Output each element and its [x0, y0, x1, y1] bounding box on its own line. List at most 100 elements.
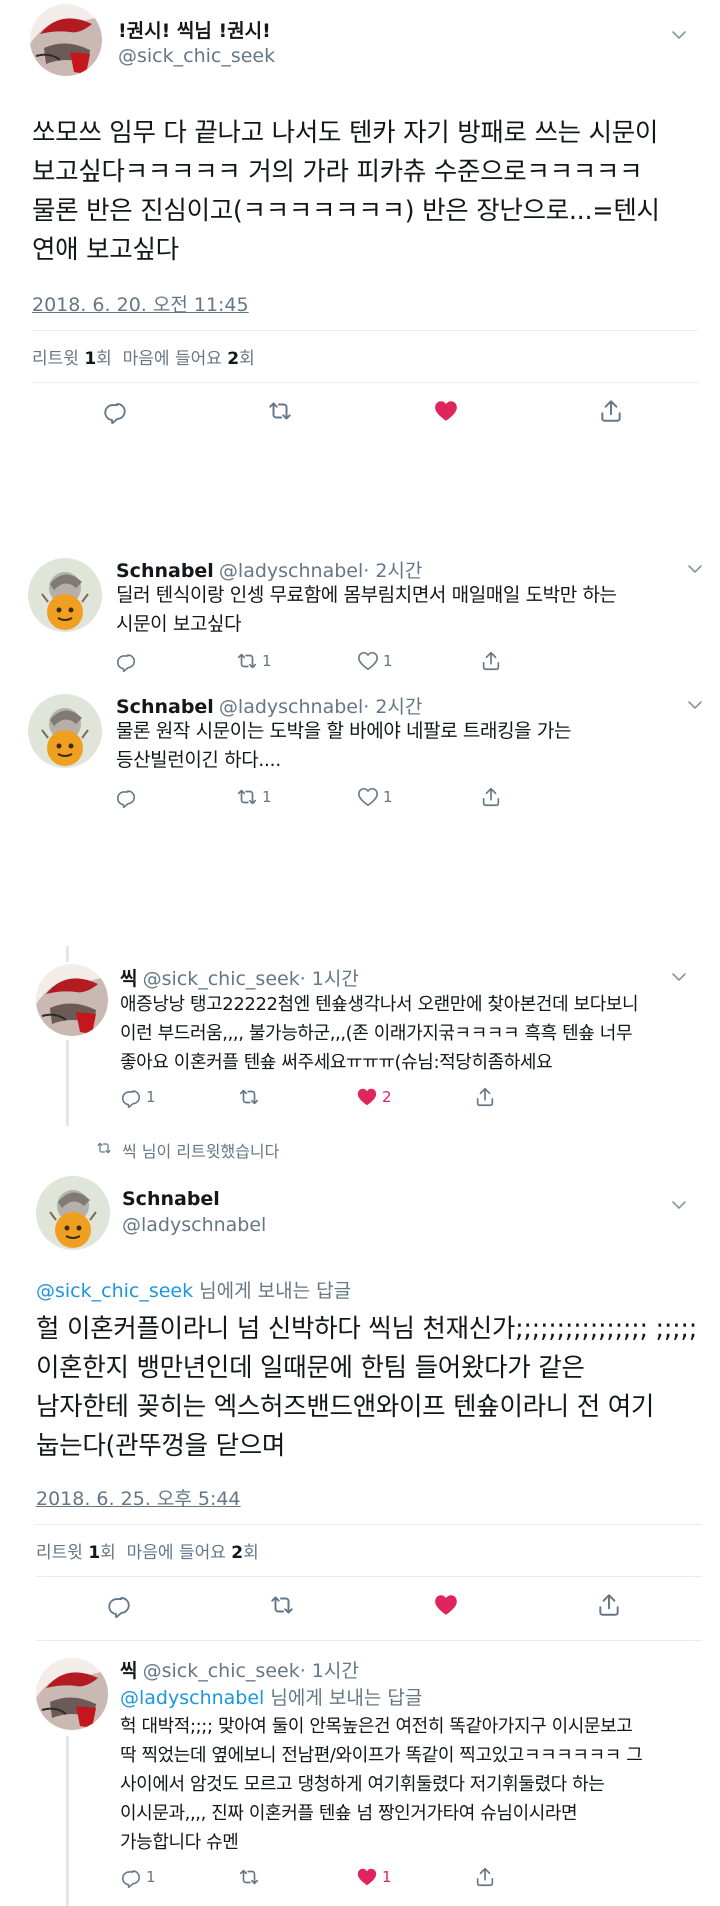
- reply-line: 이시문과,,,, 진짜 이혼커플 텐숖 넘 짱인거가타여 슈님이시라면: [120, 1803, 578, 1824]
- user-handle[interactable]: @ladyschnabel: [219, 560, 363, 582]
- retweets-label[interactable]: 리트윗: [36, 1543, 83, 1563]
- share-icon[interactable]: [598, 398, 624, 424]
- share-icon[interactable]: [596, 1592, 622, 1618]
- reply-line: 애증낭낭 탱고22222첨엔 텐숖생각나서 오랜만에 찾아본건데 보다보니: [120, 994, 639, 1015]
- share-icon[interactable]: [474, 1866, 496, 1888]
- reply-count: 1: [146, 1868, 156, 1886]
- likes-label[interactable]: 마음에 들어요: [127, 1543, 226, 1563]
- display-name[interactable]: Schnabel: [122, 1188, 220, 1210]
- user-handle[interactable]: @ladyschnabel: [219, 696, 363, 718]
- retweets-unit: 회: [100, 1543, 116, 1563]
- reply-line: 이런 부드러움,,,, 불가능하군,,,(존 이래가지굮ㅋㅋㅋㅋ 흑흑 텐숖 너…: [120, 1023, 633, 1044]
- thread-line: [66, 1736, 69, 1906]
- divider: [36, 1640, 702, 1641]
- like-count: 1: [383, 652, 393, 670]
- tweet-line: 쏘모쓰 임무 다 끝나고 나서도 텐카 자기 방패로 쓰는 시문이: [32, 118, 659, 148]
- tweet-line: 눕는다(관뚜껑을 닫으며: [36, 1431, 286, 1461]
- retweet-count: 1: [262, 652, 272, 670]
- share-icon[interactable]: [480, 786, 502, 808]
- likes-count[interactable]: 2: [231, 1543, 243, 1563]
- reply-line: 등산빌런이긴 하다....: [116, 749, 281, 771]
- likes-count[interactable]: 2: [227, 349, 239, 369]
- retweet-icon[interactable]: [267, 398, 293, 424]
- retweet-icon[interactable]: [238, 1086, 260, 1108]
- heart-filled-icon[interactable]: [356, 1086, 378, 1108]
- avatar[interactable]: [36, 1658, 108, 1730]
- tweet-line: 헐 이혼커플이라니 넘 신박하다 씩님 천재신가;;;;;;;;;;;;;;;;…: [36, 1314, 697, 1344]
- reply-text: 물론 원작 시문이는 도박을 할 바에야 네팔로 트래킹을 가는 등산빌런이긴 …: [116, 717, 706, 775]
- heart-icon[interactable]: [357, 650, 379, 672]
- display-name[interactable]: Schnabel: [116, 560, 214, 582]
- display-name[interactable]: 씩: [120, 1660, 137, 1682]
- reply-line: 좋아요 이혼커플 텐숖 써주세요ㅠㅠㅠ(슈님:적당히좀하세요: [120, 1052, 553, 1073]
- relative-time[interactable]: · 1시간: [300, 1660, 359, 1682]
- reply-icon[interactable]: [115, 650, 137, 672]
- chevron-down-icon[interactable]: [688, 564, 702, 574]
- reply-icon[interactable]: [120, 1866, 142, 1888]
- avatar[interactable]: [28, 558, 102, 632]
- relative-time[interactable]: · 2시간: [363, 696, 422, 718]
- user-handle[interactable]: @sick_chic_seek: [118, 45, 275, 67]
- tweet-timestamp[interactable]: 2018. 6. 25. 오후 5:44: [36, 1484, 241, 1511]
- avatar[interactable]: [36, 1176, 110, 1250]
- relative-time[interactable]: · 1시간: [300, 968, 359, 990]
- divider: [32, 382, 698, 383]
- retweet-icon[interactable]: [236, 786, 258, 808]
- retweeted-note[interactable]: 씩 님이 리트윗했습니다: [122, 1138, 279, 1162]
- reply-icon[interactable]: [120, 1086, 142, 1108]
- likes-unit: 회: [243, 1543, 259, 1563]
- heart-filled-icon[interactable]: [433, 1592, 459, 1618]
- chevron-down-icon[interactable]: [672, 30, 686, 40]
- chevron-down-icon[interactable]: [672, 972, 686, 982]
- avatar[interactable]: [36, 964, 108, 1036]
- like-count: 1: [383, 788, 393, 806]
- reply-to-handle[interactable]: @sick_chic_seek: [36, 1280, 193, 1302]
- reply-line: 가능합니다 슈멘: [120, 1832, 239, 1853]
- share-icon[interactable]: [480, 650, 502, 672]
- avatar[interactable]: [28, 694, 102, 768]
- reply-line: 딱 찍었는데 옆에보니 전남편/와이프가 똑같이 찍고있고ㅋㅋㅋㅋㅋㅋ 그: [120, 1745, 643, 1766]
- retweets-label[interactable]: 리트윗: [32, 349, 79, 369]
- tweet-timestamp[interactable]: 2018. 6. 20. 오전 11:45: [32, 290, 249, 317]
- avatar[interactable]: [30, 4, 102, 76]
- reply-header: Schnabel @ladyschnabel· 2시간: [116, 692, 422, 719]
- thread-line: [66, 1040, 69, 1126]
- reply-to: @sick_chic_seek 님에게 보내는 답글: [36, 1276, 351, 1303]
- heart-filled-icon[interactable]: [356, 1866, 378, 1888]
- reply-line: 물론 원작 시문이는 도박을 할 바에야 네팔로 트래킹을 가는: [116, 720, 572, 742]
- reply-header: 씩 @sick_chic_seek· 1시간: [120, 1656, 359, 1683]
- tweet-text: 쏘모쓰 임무 다 끝나고 나서도 텐카 자기 방패로 쓰는 시문이 보고싶다ㅋㅋ…: [32, 114, 700, 270]
- display-name[interactable]: Schnabel: [116, 696, 214, 718]
- reply-icon[interactable]: [106, 1592, 132, 1618]
- like-count: 1: [382, 1868, 392, 1886]
- relative-time[interactable]: · 2시간: [363, 560, 422, 582]
- tweet-line: 연애 보고싶다: [32, 235, 179, 265]
- reply-icon[interactable]: [102, 398, 128, 424]
- reply-header: Schnabel @ladyschnabel· 2시간: [116, 556, 422, 583]
- display-name[interactable]: !권시! 씩님 !권시!: [118, 16, 271, 43]
- reply-to-handle[interactable]: @ladyschnabel: [120, 1687, 264, 1709]
- chevron-down-icon[interactable]: [688, 700, 702, 710]
- retweet-icon[interactable]: [269, 1592, 295, 1618]
- chevron-down-icon[interactable]: [672, 1200, 686, 1210]
- heart-filled-icon[interactable]: [433, 398, 459, 424]
- tweet-text: 헐 이혼커플이라니 넘 신박하다 씩님 천재신가;;;;;;;;;;;;;;;;…: [36, 1310, 700, 1466]
- likes-label[interactable]: 마음에 들어요: [123, 349, 222, 369]
- likes-unit: 회: [239, 349, 255, 369]
- retweets-count[interactable]: 1: [88, 1543, 100, 1563]
- user-handle[interactable]: @sick_chic_seek: [143, 1660, 300, 1682]
- user-handle[interactable]: @ladyschnabel: [122, 1214, 266, 1236]
- reply-text: 딜러 텐식이랑 인셍 무료함에 몸부림치면서 매일매일 도박만 하는 시문이 보…: [116, 581, 706, 639]
- reply-icon[interactable]: [115, 786, 137, 808]
- share-icon[interactable]: [474, 1086, 496, 1108]
- display-name[interactable]: 씩: [120, 968, 137, 990]
- reply-text: 헉 대박적;;;; 맞아여 둘이 안목높은건 여전히 똑같아가지구 이시문보고 …: [120, 1712, 710, 1857]
- reply-header: 씩 @sick_chic_seek· 1시간: [120, 964, 359, 991]
- divider: [36, 1576, 702, 1577]
- retweets-count[interactable]: 1: [84, 349, 96, 369]
- heart-icon[interactable]: [357, 786, 379, 808]
- retweet-icon[interactable]: [238, 1866, 260, 1888]
- retweet-icon[interactable]: [236, 650, 258, 672]
- user-handle[interactable]: @sick_chic_seek: [143, 968, 300, 990]
- reply-line: 헉 대박적;;;; 맞아여 둘이 안목높은건 여전히 똑같아가지구 이시문보고: [120, 1716, 633, 1737]
